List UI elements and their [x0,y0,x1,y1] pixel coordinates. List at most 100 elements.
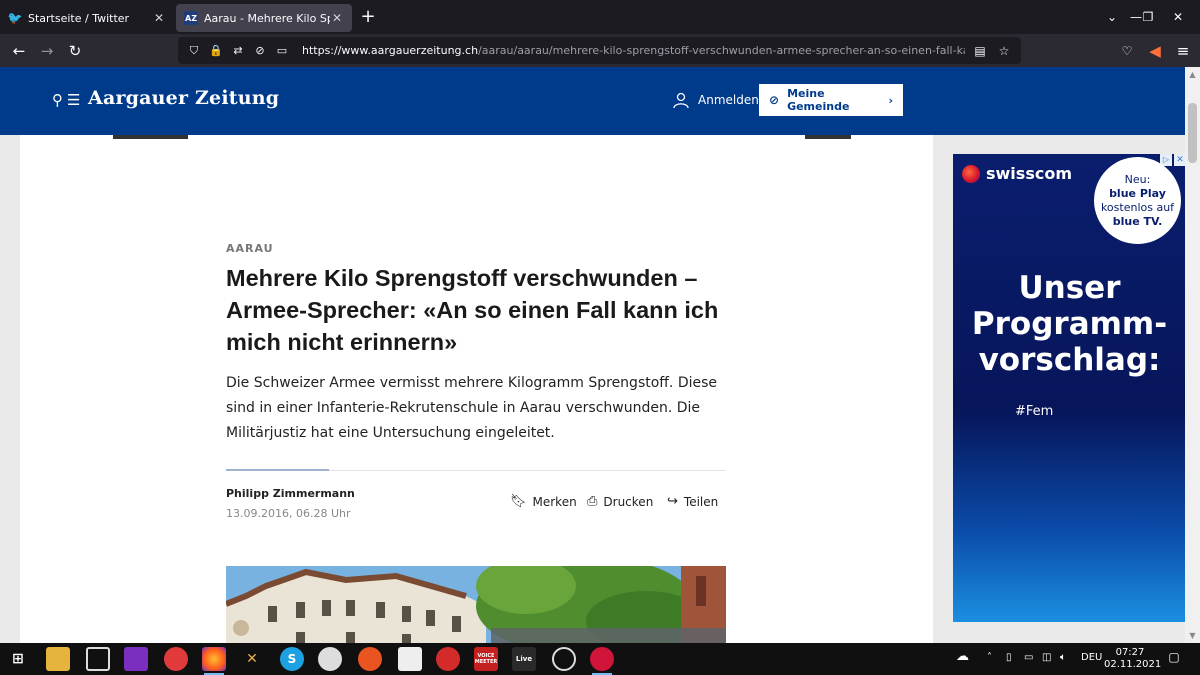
nav-strip [805,135,851,139]
file-explorer-icon[interactable] [46,647,70,671]
meine-gemeinde-button[interactable]: ⊘ Meine Gemeinde › [759,84,903,116]
forward-arrow-icon[interactable]: → [36,40,58,62]
twitter-bird-icon: 🐦 [7,11,23,25]
login-button[interactable]: Anmelden [672,91,759,109]
tab-title: Startseite / Twitter [28,11,130,25]
ad-brand-name: swisscom [986,164,1072,183]
shield-icon[interactable]: ⛉ [186,44,202,58]
close-tab-icon[interactable]: ✕ [330,11,344,25]
chevron-up-icon[interactable]: ˄ [987,652,992,663]
live-icon[interactable]: Live [512,647,536,671]
page-scrollbar[interactable]: ▲ ▼ [1185,67,1200,643]
divider [226,469,726,471]
device-icon[interactable]: ▯ [1006,652,1012,663]
windows-taskbar: ⊞ ✕ S VOICE MEETER Live ☁ ˄ ▯ ▭ ◫ 🔈︎ DEU… [0,643,1200,675]
close-window-button[interactable]: ✕ [1166,6,1190,28]
bookmark-label: Merken [532,494,577,509]
menu-icon: ☰ [67,91,81,109]
ad-badge-line2: blue Play [1109,187,1166,200]
gemeinde-label: Meine Gemeinde [787,87,850,113]
cloud-icon[interactable]: ☁ [956,649,969,664]
firefox-icon[interactable] [202,647,226,675]
author-name[interactable]: Philipp Zimmermann [226,487,355,500]
share-button[interactable]: ↪ Teilen [667,494,718,509]
permissions-icon[interactable]: ⇄ [230,44,246,57]
nav-strip [113,135,188,139]
red-app-icon[interactable] [436,647,460,671]
bookmark-star-icon[interactable]: ☆ [995,44,1013,58]
ubuntu-icon[interactable] [358,647,382,671]
article-container: AARAU Mehrere Kilo Sprengstoff verschwun… [20,135,933,643]
chevron-right-icon: › [888,93,893,107]
app-red-icon[interactable] [164,647,188,671]
compass-icon: ⊘ [769,93,780,107]
az-logo-icon: AZ [184,11,198,25]
article-kicker[interactable]: AARAU [226,242,274,255]
site-logo[interactable]: Aargauer Zeitung [88,87,279,109]
tab-twitter[interactable]: 🐦 Startseite / Twitter ✕ [0,4,174,32]
message-icon[interactable]: ▭ [274,44,290,57]
close-tab-icon[interactable]: ✕ [152,11,166,25]
login-label: Anmelden [698,93,759,107]
photo-illustration: S C [226,566,726,643]
ad-badge-line1: Neu: [1124,173,1151,186]
desktop-icon[interactable] [86,647,110,671]
app-purple-icon[interactable] [124,647,148,671]
maximize-icon: ❐ [1142,10,1154,24]
clock-date: 02.11.2021 [1104,659,1162,670]
monitor-icon[interactable]: ◫ [1042,652,1051,663]
volume-icon[interactable]: 🔈︎ [1060,652,1066,663]
notification-icon[interactable]: ▢ [1166,650,1182,666]
scroll-up-icon[interactable]: ▲ [1187,69,1198,80]
camera-app-icon[interactable] [398,647,422,671]
language-indicator[interactable]: DEU [1081,652,1102,663]
record-app-icon[interactable] [590,647,614,675]
browser-tab-bar: 🐦 Startseite / Twitter ✕ AZ Aarau - Mehr… [0,0,1200,34]
tools-icon[interactable]: ✕ [240,647,264,671]
article-photo[interactable]: S C [226,566,726,643]
windows-start-icon[interactable]: ⊞ [6,647,30,671]
tab-title: Aarau - Mehrere Kilo Sprengsto [204,11,330,25]
new-tab-button[interactable]: + [358,8,378,28]
scrollbar-thumb[interactable] [1188,103,1197,163]
article-headline: Mehrere Kilo Sprengstoff verschwunden – … [226,265,719,355]
ad-badge-line3: kostenlos auf [1100,201,1175,214]
search-menu-button[interactable]: ⚲ ☰ [52,91,80,109]
swisscom-logo-icon [962,164,980,183]
close-ad-icon[interactable]: ✕ [1174,154,1185,166]
back-arrow-icon[interactable]: ← [8,40,30,62]
system-clock[interactable]: 07:27 02.11.2021 [1104,647,1162,671]
scroll-down-icon[interactable]: ▼ [1187,630,1198,641]
ad-hashtag: #Fem [1015,404,1054,419]
ad-brand: swisscom [962,164,1072,183]
network-icon[interactable]: ▭ [1024,652,1033,663]
chevron-down-icon[interactable]: ⌄ [1100,6,1124,28]
bookmark-button[interactable]: 🔖︎ Merken [510,494,577,509]
ad-badge: Neu: blue Play kostenlos auf blue TV. [1094,157,1181,244]
voicemeeter-icon[interactable]: VOICE MEETER [474,647,498,671]
user-icon [673,92,689,109]
pocket-icon[interactable]: ♡ [1116,40,1138,62]
skype-icon[interactable]: S [280,647,304,671]
reload-icon[interactable]: ↻ [64,40,86,62]
divider-accent [226,469,329,471]
search-icon: ⚲ [52,91,63,109]
url-text[interactable]: https://www.aargauerzeitung.ch/aarau/aar… [302,44,965,57]
reader-view-icon[interactable]: ▤ [971,44,989,58]
tab-aargauer-zeitung[interactable]: AZ Aarau - Mehrere Kilo Sprengsto ✕ [176,4,352,32]
lock-icon[interactable]: 🔒 [208,44,224,57]
share-label: Teilen [683,494,719,509]
print-button[interactable]: ⎙ Drucken [587,494,653,509]
address-bar[interactable]: ⛉ 🔒 ⇄ ⊘ ▭ https://www.aargauerzeitung.ch… [178,37,1021,64]
clock-time: 07:27 [1115,647,1145,658]
page-viewport: ⚲ ☰ Aargauer Zeitung Anmelden ⊘ Meine Ge… [0,67,1185,643]
extension-icon[interactable]: ◀ [1144,40,1166,62]
hamburger-menu-icon[interactable]: ≡ [1172,40,1194,62]
camera-blocked-icon[interactable]: ⊘ [252,44,268,57]
share-icon: ↪ [667,494,678,509]
publish-date: 13.09.2016, 06.28 Uhr [226,507,351,520]
gamepad-icon[interactable] [318,647,342,671]
printer-icon: ⎙ [587,494,598,509]
swisscom-ad[interactable]: ▷ ✕ swisscom Neu: blue Play kostenlos au… [953,154,1185,622]
obs-icon[interactable] [552,647,576,671]
